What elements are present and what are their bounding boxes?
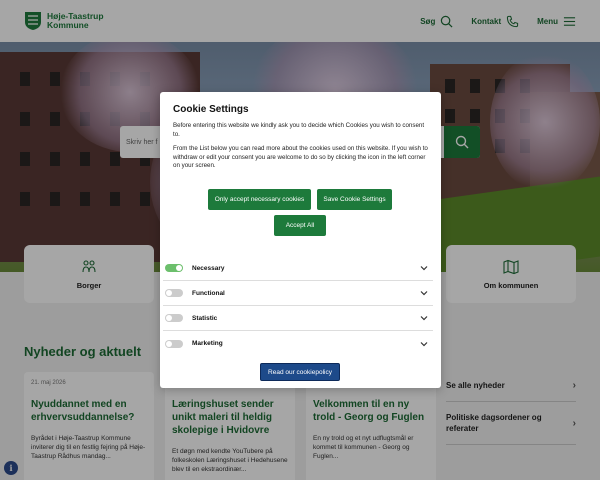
cookie-category-statistic[interactable]: Statistic [163, 306, 433, 331]
necessary-toggle[interactable] [165, 264, 183, 272]
cookie-category-functional[interactable]: Functional [163, 281, 433, 306]
cookie-settings-dialog: Cookie Settings Before entering this web… [160, 92, 441, 388]
cookie-category-marketing[interactable]: Marketing [163, 331, 433, 356]
statistic-toggle[interactable] [165, 314, 183, 322]
chevron-down-icon [420, 266, 428, 271]
chevron-down-icon [420, 316, 428, 321]
category-label: Marketing [192, 340, 223, 347]
cookie-category-necessary[interactable]: Necessary [163, 256, 433, 281]
accept-necessary-button[interactable]: Only accept necessary cookies [208, 189, 311, 210]
dialog-intro-text: Before entering this website we kindly a… [173, 122, 425, 138]
save-cookie-settings-button[interactable]: Save Cookie Settings [317, 189, 392, 210]
category-label: Functional [192, 289, 225, 297]
marketing-toggle[interactable] [165, 339, 183, 348]
category-label: Necessary [192, 264, 225, 272]
read-cookie-policy-button[interactable]: Read our cookiepolicy [260, 363, 340, 381]
accept-all-button[interactable]: Accept All [274, 215, 326, 236]
chevron-down-icon [420, 341, 428, 346]
functional-toggle[interactable] [165, 289, 183, 297]
dialog-info-text: From the List below you can read more ab… [173, 145, 428, 169]
dialog-title: Cookie Settings [173, 104, 249, 115]
category-label: Statistic [192, 314, 218, 322]
chevron-down-icon [420, 291, 428, 296]
